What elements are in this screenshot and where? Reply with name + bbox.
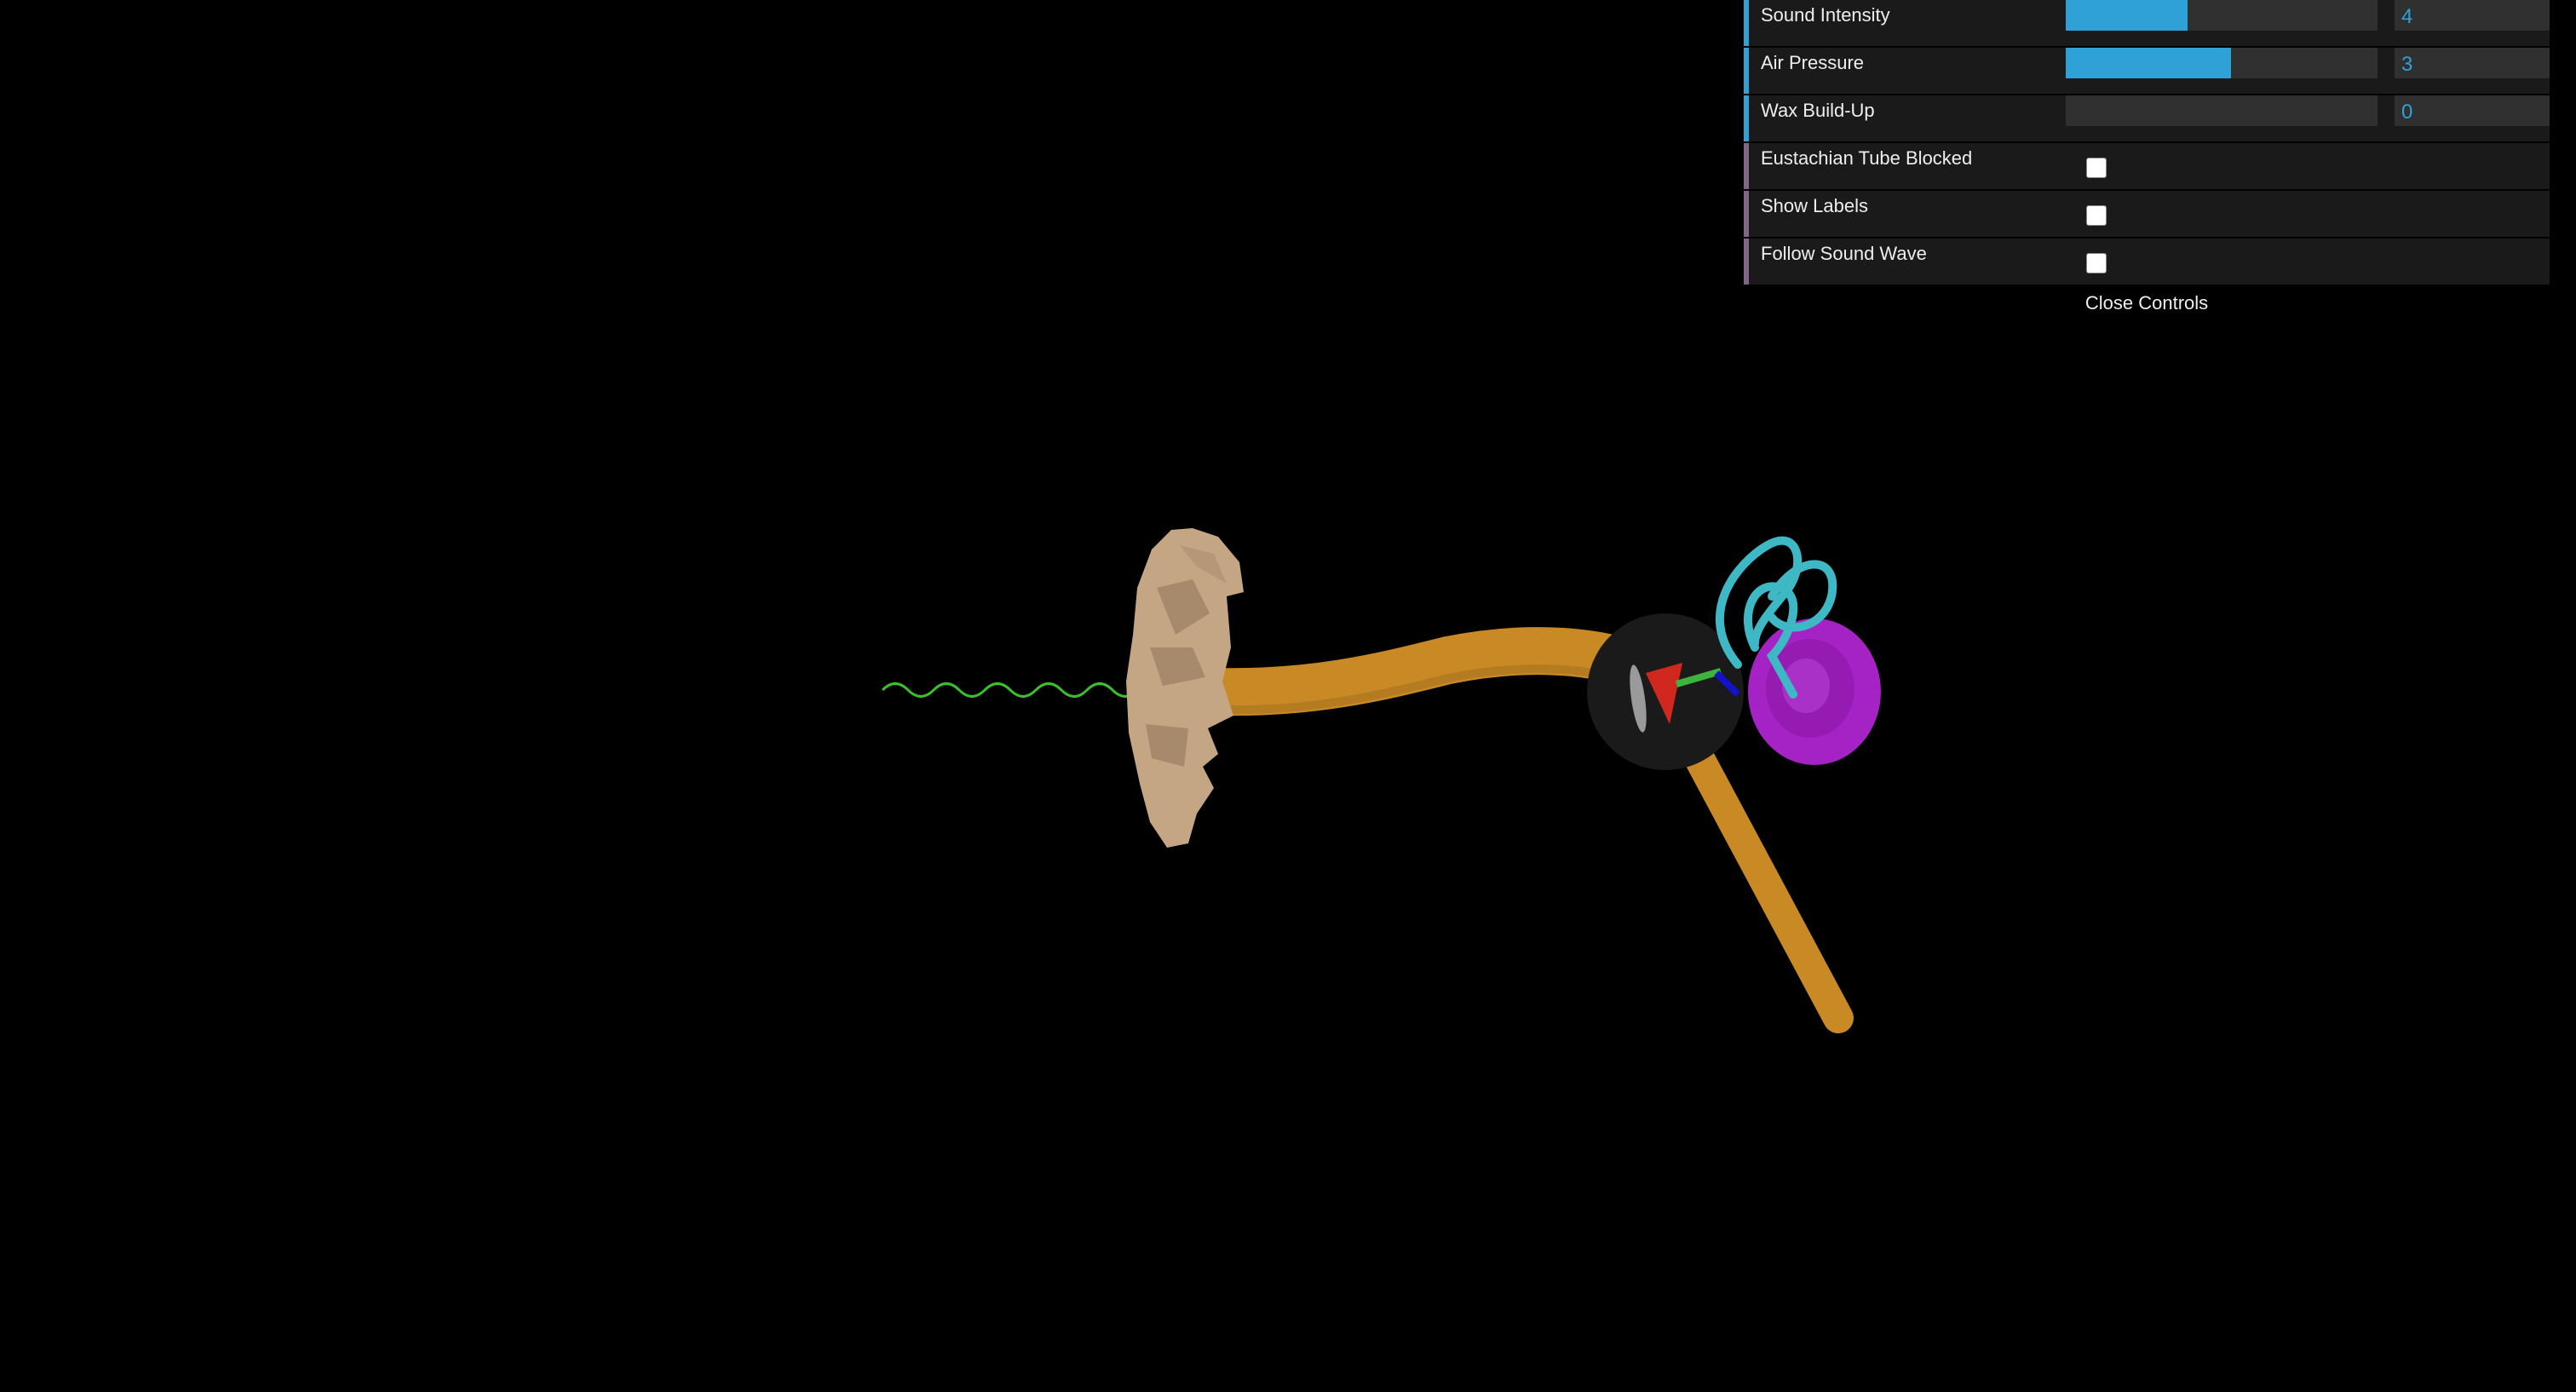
air-pressure-row: Air Pressure 3: [1744, 48, 2550, 94]
sound-intensity-slider[interactable]: [2066, 0, 2378, 31]
close-controls-button[interactable]: Close Controls: [1744, 286, 2550, 320]
eustachian-tube-blocked-row[interactable]: Eustachian Tube Blocked: [1744, 143, 2550, 189]
sound-intensity-input[interactable]: 4: [2395, 0, 2550, 31]
show-labels-label: Show Labels: [1761, 195, 1868, 216]
wax-buildup-input[interactable]: 0: [2395, 95, 2550, 126]
eustachian-tube-blocked-checkbox[interactable]: [2086, 158, 2107, 178]
wax-buildup-row: Wax Build-Up 0: [1744, 95, 2550, 141]
eustachian-tube: [1682, 739, 1854, 1033]
air-pressure-slider-fill: [2066, 48, 2231, 78]
sound-intensity-row: Sound Intensity 4: [1744, 0, 2550, 46]
sound-intensity-label: Sound Intensity: [1761, 4, 1890, 26]
show-labels-checkbox[interactable]: [2086, 205, 2107, 226]
sound-intensity-slider-fill: [2066, 0, 2188, 31]
wax-buildup-slider[interactable]: [2066, 95, 2378, 126]
controls-panel: Sound Intensity 4 Air Pressure 3 Wax Bui…: [1744, 0, 2550, 320]
air-pressure-input[interactable]: 3: [2395, 48, 2550, 78]
wax-buildup-label: Wax Build-Up: [1761, 100, 1875, 121]
follow-sound-wave-label: Follow Sound Wave: [1761, 243, 1927, 264]
ear-canal: [1187, 627, 1668, 716]
follow-sound-wave-checkbox[interactable]: [2086, 253, 2107, 273]
show-labels-row[interactable]: Show Labels: [1744, 191, 2550, 237]
air-pressure-slider[interactable]: [2066, 48, 2378, 78]
air-pressure-label: Air Pressure: [1761, 52, 1865, 73]
eustachian-tube-blocked-label: Eustachian Tube Blocked: [1761, 147, 1973, 169]
follow-sound-wave-row[interactable]: Follow Sound Wave: [1744, 239, 2550, 285]
cochlea: [1748, 618, 1881, 765]
